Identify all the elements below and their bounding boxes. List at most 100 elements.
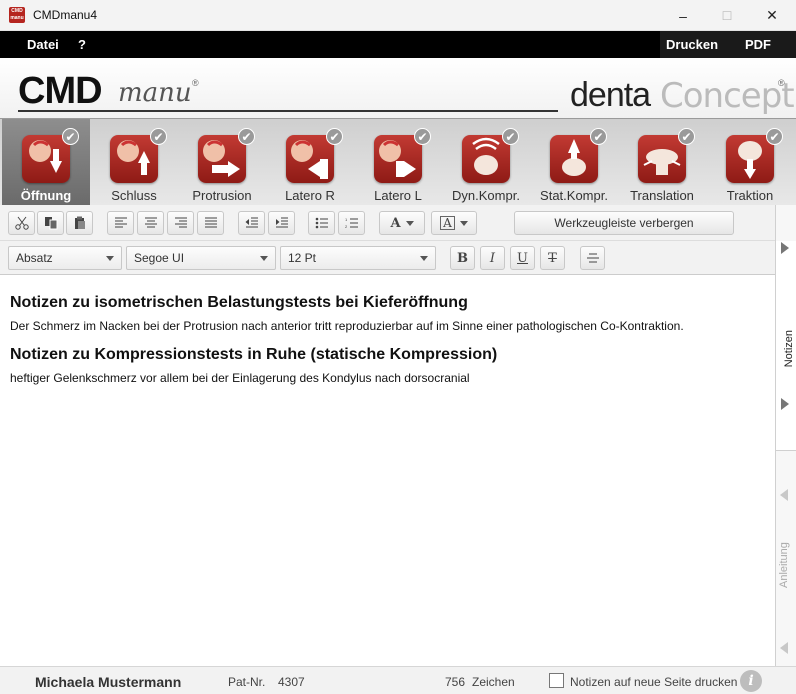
bold-button[interactable]: B [450,246,475,270]
checkmark-icon: ✔ [414,128,431,145]
hide-toolbar-button[interactable]: Werkzeugleiste verbergen [514,211,734,235]
chevron-right-icon[interactable] [781,242,789,254]
side-tab-notizen[interactable]: Notizen [776,241,796,451]
cmd-logo: CMD [18,70,103,112]
test-latero-r[interactable]: ✔ Latero R [266,119,354,206]
pat-nr-value: 4307 [278,675,305,689]
test-protrusion[interactable]: ✔ Protrusion [178,119,266,206]
bold-icon: B [457,250,468,266]
patient-name: Michaela Mustermann [35,674,182,690]
test-schluss[interactable]: ✔ Schluss [90,119,178,206]
notes-editor[interactable]: Notizen zu isometrischen Belastungstests… [0,276,775,666]
checkmark-icon: ✔ [62,128,79,145]
checkmark-icon: ✔ [238,128,255,145]
cut-icon[interactable] [8,211,35,235]
align-right-icon[interactable] [167,211,194,235]
translation-icon [638,135,686,183]
manu-logo: manu [118,78,192,108]
registered-mark-2: ® [778,78,785,88]
chevron-down-icon [106,256,114,261]
pat-nr-label: Pat-Nr. [228,675,266,689]
print-new-page-checkbox[interactable] [549,673,564,688]
align-left-icon[interactable] [107,211,134,235]
schluss-icon [110,135,158,183]
maximize-button[interactable]: ☐ [704,0,750,31]
font-size-value: 12 Pt [288,251,317,265]
test-label: Dyn.Kompr. [452,188,520,203]
chevron-left-icon[interactable] [780,489,788,501]
notizen-tab-label: Notizen [783,330,795,368]
outdent-icon[interactable] [238,211,265,235]
traktion-icon [726,135,774,183]
test-dyn-kompr[interactable]: ✔ Dyn.Kompr. [442,119,530,206]
align-justify-icon[interactable] [197,211,224,235]
editor-toolbar-1: 12 A A Werkzeugleiste verbergen [0,205,775,241]
notes-paragraph: heftiger Gelenkschmerz vor allem bei der… [10,371,470,385]
highlight-icon: A [440,216,455,230]
paragraph-style-select[interactable]: Absatz [8,246,122,270]
close-button[interactable]: ✕ [749,0,795,31]
underline-icon: U [517,250,528,266]
checkmark-icon: ✔ [590,128,607,145]
oeffnung-icon [22,135,70,183]
italic-button[interactable]: I [480,246,505,270]
chevron-left-icon[interactable] [780,642,788,654]
bullet-list-icon[interactable] [308,211,335,235]
test-traktion[interactable]: ✔ Traktion [706,119,794,206]
chevron-down-icon [459,220,468,226]
chevron-down-icon [260,256,268,261]
menu-drucken[interactable]: Drucken [666,37,718,52]
test-latero-l[interactable]: ✔ Latero L [354,119,442,206]
window-title: CMDmanu4 [33,8,98,22]
menu-datei[interactable]: Datei [27,37,59,52]
editor-toolbar-2: Absatz Segoe UI 12 Pt B I U T [0,241,775,275]
notes-paragraph: Der Schmerz im Nacken bei der Protrusion… [10,319,684,333]
stat-kompr-icon [550,135,598,183]
align-center-icon[interactable] [137,211,164,235]
numbered-list-icon[interactable]: 12 [338,211,365,235]
chevron-down-icon [405,220,414,226]
horizontal-rule-icon [586,253,599,263]
copy-icon[interactable] [37,211,64,235]
italic-icon: I [489,250,496,266]
indent-icon[interactable] [268,211,295,235]
notes-heading: Notizen zu isometrischen Belastungstests… [10,294,468,311]
text-color-dropdown[interactable]: A [379,211,425,235]
font-value: Segoe UI [134,251,185,265]
test-strip: ✔ Öffnung ✔ Schluss ✔ Protrusion ✔ Later… [0,118,796,206]
checkmark-icon: ✔ [766,128,783,145]
highlight-dropdown[interactable]: A [431,211,477,235]
font-size-select[interactable]: 12 Pt [280,246,436,270]
test-label: Translation [630,188,694,203]
strikethrough-icon: T [548,250,557,266]
chevron-down-icon [420,256,428,261]
paragraph-style-value: Absatz [16,251,53,265]
checkmark-icon: ✔ [326,128,343,145]
test-stat-kompr[interactable]: ✔ Stat.Kompr. [530,119,618,206]
paste-icon[interactable] [66,211,93,235]
svg-text:1: 1 [345,217,348,222]
anleitung-tab-label[interactable]: Anleitung [778,525,795,605]
menu-help[interactable]: ? [78,37,86,52]
strikethrough-button[interactable]: T [540,246,565,270]
test-oeffnung[interactable]: ✔ Öffnung [2,119,90,206]
minimize-button[interactable]: – [660,0,706,31]
info-icon[interactable]: i [740,670,762,692]
checkmark-icon: ✔ [678,128,695,145]
latero-l-icon [374,135,422,183]
notes-heading: Notizen zu Kompressionstests in Ruhe (st… [10,346,498,363]
print-new-page-label: Notizen auf neue Seite drucken [570,675,738,689]
font-select[interactable]: Segoe UI [126,246,276,270]
menu-right-group: Drucken PDF [660,31,796,58]
side-panel: Notizen Anleitung [775,205,796,666]
menu-bar: Datei ? Drucken PDF [0,31,796,58]
underline-button[interactable]: U [510,246,535,270]
menu-pdf[interactable]: PDF [745,37,771,52]
horizontal-rule-button[interactable] [580,246,605,270]
test-label: Öffnung [20,188,72,203]
svg-text:2: 2 [345,224,348,229]
latero-r-icon [286,135,334,183]
title-bar: CMD manu CMDmanu4 – ☐ ✕ [0,0,796,31]
test-translation[interactable]: ✔ Translation [618,119,706,206]
chevron-right-icon[interactable] [781,398,789,410]
